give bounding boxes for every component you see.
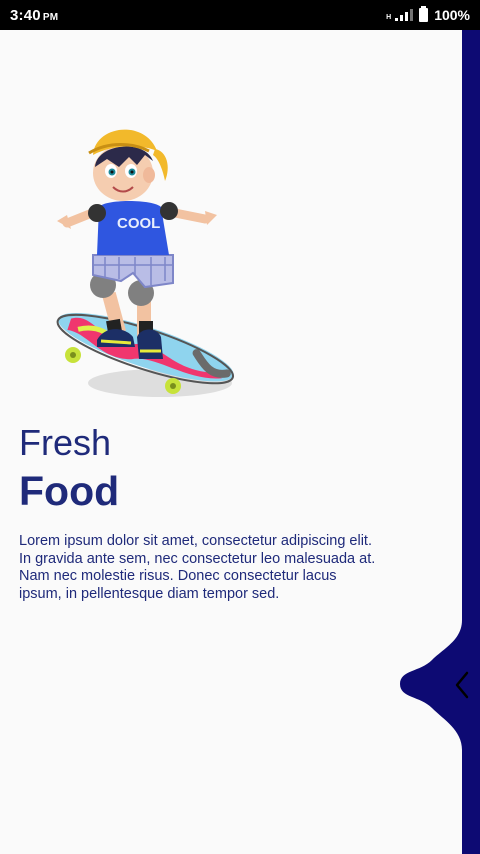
signal-icon: H — [386, 9, 414, 21]
status-bar: 3:40 PM H 100% — [0, 0, 480, 30]
status-icons: H 100% — [386, 6, 470, 23]
svg-text:COOL: COOL — [117, 215, 160, 232]
battery-icon — [419, 6, 429, 22]
status-time-ampm: PM — [42, 11, 59, 23]
status-time-value: 3:40 — [10, 6, 41, 24]
skateboard-kid-illustration: COOL — [45, 115, 245, 405]
status-time: 3:40 PM — [10, 7, 58, 24]
title-fresh: Fresh — [19, 422, 112, 463]
back-button[interactable] — [448, 668, 476, 702]
chevron-left-icon — [455, 671, 469, 699]
battery-percent: 100% — [434, 7, 470, 23]
title-food: Food — [19, 468, 120, 514]
side-drawer-panel[interactable] — [400, 30, 480, 854]
side-panel-shape — [400, 30, 480, 854]
description-text: Lorem ipsum dolor sit amet, consectetur … — [19, 533, 376, 602]
network-type-label: H — [386, 14, 392, 21]
